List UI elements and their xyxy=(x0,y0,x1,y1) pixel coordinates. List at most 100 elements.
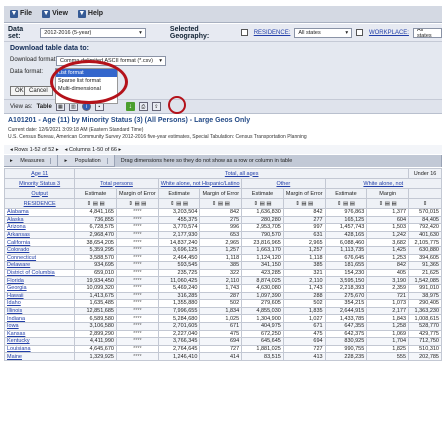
option-multi-dimensional[interactable]: Multi-dimensional xyxy=(56,85,117,93)
cancel-button[interactable]: Cancel xyxy=(24,86,53,96)
state-link[interactable]: Maine xyxy=(3,352,76,361)
table-cell: 401,630 xyxy=(408,230,442,240)
table-cell: **** xyxy=(115,352,159,361)
table-cell: 510,310 xyxy=(408,344,442,354)
sort-icons[interactable]: ⇕ ▤ ▤ xyxy=(74,198,117,209)
minority-header[interactable]: Minority Status 3 xyxy=(3,178,76,189)
population-dimension[interactable]: ▸ Population xyxy=(58,154,115,167)
group-white[interactable]: White alone, not Hispanic/Latino xyxy=(157,178,243,189)
table-cell: 3,106,580 xyxy=(74,321,117,331)
view-menu[interactable]: ▼ View xyxy=(42,10,68,18)
table-cell: 676,645 xyxy=(324,253,368,263)
sub-header: Estimate xyxy=(157,188,201,199)
rows-pager[interactable]: ◂ Rows 1-52 of 52 ▸ xyxy=(10,147,59,153)
state-link[interactable]: Indiana xyxy=(3,314,76,323)
table-cell: 475 xyxy=(282,329,326,339)
sort-icons[interactable]: ⇕ ▤ ▤ xyxy=(241,198,284,209)
file-menu[interactable]: ▼ File xyxy=(10,10,32,18)
option-list-format[interactable]: List format xyxy=(56,69,117,77)
table-cell: 1,743 xyxy=(282,283,326,293)
state-link[interactable]: Arkansas xyxy=(3,230,76,240)
state-link[interactable]: Kansas xyxy=(3,329,76,339)
drag-hint[interactable]: Drag dimensions here so they do not show… xyxy=(114,154,442,167)
state-link[interactable]: Alabama xyxy=(3,208,76,217)
group-other[interactable]: Other xyxy=(241,178,326,189)
sort-icons[interactable]: ⇕ ▤ ▤ xyxy=(366,198,410,209)
data-format-dropdown[interactable]: List format Sparse list format Multi-dim… xyxy=(55,68,118,104)
table-cell: 84,405 xyxy=(408,215,442,225)
table-cell: 570,015 xyxy=(408,208,442,217)
dataset-select[interactable]: 2012-2016 (5-year) ▾ xyxy=(40,27,146,38)
under-header: Under 16 xyxy=(408,168,442,179)
format-select[interactable]: Comma-delimited ASCII format (*.csv) ▾ xyxy=(56,56,166,66)
residence-select[interactable]: All states ▾ xyxy=(294,27,353,38)
table-cell: 3,696,125 xyxy=(157,245,201,255)
table-cell: 694 xyxy=(282,337,326,346)
state-link[interactable]: Colorado xyxy=(3,245,76,255)
sort-icons[interactable]: ⇕ ▤ ▤ xyxy=(157,198,201,209)
help-menu[interactable]: ▼ Help xyxy=(77,10,103,18)
table-cell: **** xyxy=(115,291,159,301)
workplace-checkbox[interactable] xyxy=(356,29,363,36)
state-link[interactable]: Idaho xyxy=(3,299,76,308)
table-cell: 11,060,425 xyxy=(157,276,201,285)
state-link[interactable]: Hawaii xyxy=(3,291,76,301)
group-white-under[interactable]: White alone, not xyxy=(324,178,443,189)
table-cell: 277 xyxy=(282,215,326,225)
group-total[interactable]: Total persons xyxy=(74,178,159,189)
sort-icons[interactable]: ⇕ ▤ ▤ xyxy=(282,198,326,209)
table-cell: **** xyxy=(115,321,159,331)
state-link[interactable]: Delaware xyxy=(3,261,76,270)
table-cell: 2,899,290 xyxy=(74,329,117,339)
table-cell: 593,545 xyxy=(157,261,201,270)
state-link[interactable]: Georgia xyxy=(3,283,76,293)
sort-icons[interactable]: ⇕ ▤ ▤ xyxy=(199,198,243,209)
state-link[interactable]: Iowa xyxy=(3,321,76,331)
table-cell: **** xyxy=(115,306,159,316)
residence-header[interactable]: RESIDENCE xyxy=(3,198,76,209)
option-sparse-list[interactable]: Sparse list format xyxy=(56,77,117,85)
table-cell: 1,257 xyxy=(199,245,243,255)
table-cell: 423,285 xyxy=(241,268,284,278)
state-link[interactable]: Illinois xyxy=(3,306,76,316)
state-link[interactable]: Connecticut xyxy=(3,253,76,263)
residence-checkbox[interactable] xyxy=(240,29,248,36)
sort-icons[interactable]: ⇕ ▤ ▤ xyxy=(115,198,159,209)
table-cell: 287 xyxy=(199,291,243,301)
table-cell: **** xyxy=(115,261,159,270)
output-header[interactable]: Output xyxy=(3,188,76,199)
state-link[interactable]: Louisiana xyxy=(3,344,76,354)
state-link[interactable]: Kentucky xyxy=(3,337,76,346)
age-value[interactable]: Total, all ages xyxy=(74,168,410,179)
residence-link[interactable]: RESIDENCE: xyxy=(254,30,291,36)
geography-label: Selected Geography: xyxy=(169,25,210,40)
state-link[interactable]: Arizona xyxy=(3,223,76,232)
state-link[interactable]: District of Columbia xyxy=(3,268,76,278)
view-as-value[interactable]: Table xyxy=(37,104,52,110)
workplace-select[interactable]: All states xyxy=(412,27,442,38)
table-cell: 2,644,915 xyxy=(324,306,368,316)
dataset-label: Data set: xyxy=(8,25,24,40)
state-link[interactable]: Alaska xyxy=(3,215,76,225)
print-icon[interactable]: ⎙ xyxy=(138,102,148,111)
export-icon[interactable]: ⇪ xyxy=(151,102,161,111)
table-cell: 1,257 xyxy=(282,245,326,255)
columns-pager[interactable]: ◂ Columns 1-50 of 66 ▸ xyxy=(65,147,122,153)
measures-dimension[interactable]: ▸ Measures xyxy=(4,154,59,167)
state-link[interactable]: Florida xyxy=(3,276,76,285)
table-source: U.S. Census Bureau, American Community S… xyxy=(8,134,307,140)
table-cell: 528,770 xyxy=(408,321,442,331)
sort-icons[interactable]: ⇕ xyxy=(408,198,442,209)
table-cell: 630,880 xyxy=(408,245,442,255)
sort-icons[interactable]: ⇕ ▤ ▤ xyxy=(324,198,368,209)
table-cell: 2,953,705 xyxy=(241,223,284,232)
state-link[interactable]: California xyxy=(3,238,76,247)
sub-header: Estimate xyxy=(241,188,284,199)
workplace-link[interactable]: WORKPLACE: xyxy=(369,30,409,36)
table-cell: 316,285 xyxy=(157,291,201,301)
age-header[interactable]: Age 11 xyxy=(3,168,76,179)
table-cell: 429,775 xyxy=(408,329,442,339)
table-cell: 322 xyxy=(199,268,243,278)
download-icon[interactable]: ↓ xyxy=(125,102,135,111)
table-cell: 631 xyxy=(282,230,326,240)
